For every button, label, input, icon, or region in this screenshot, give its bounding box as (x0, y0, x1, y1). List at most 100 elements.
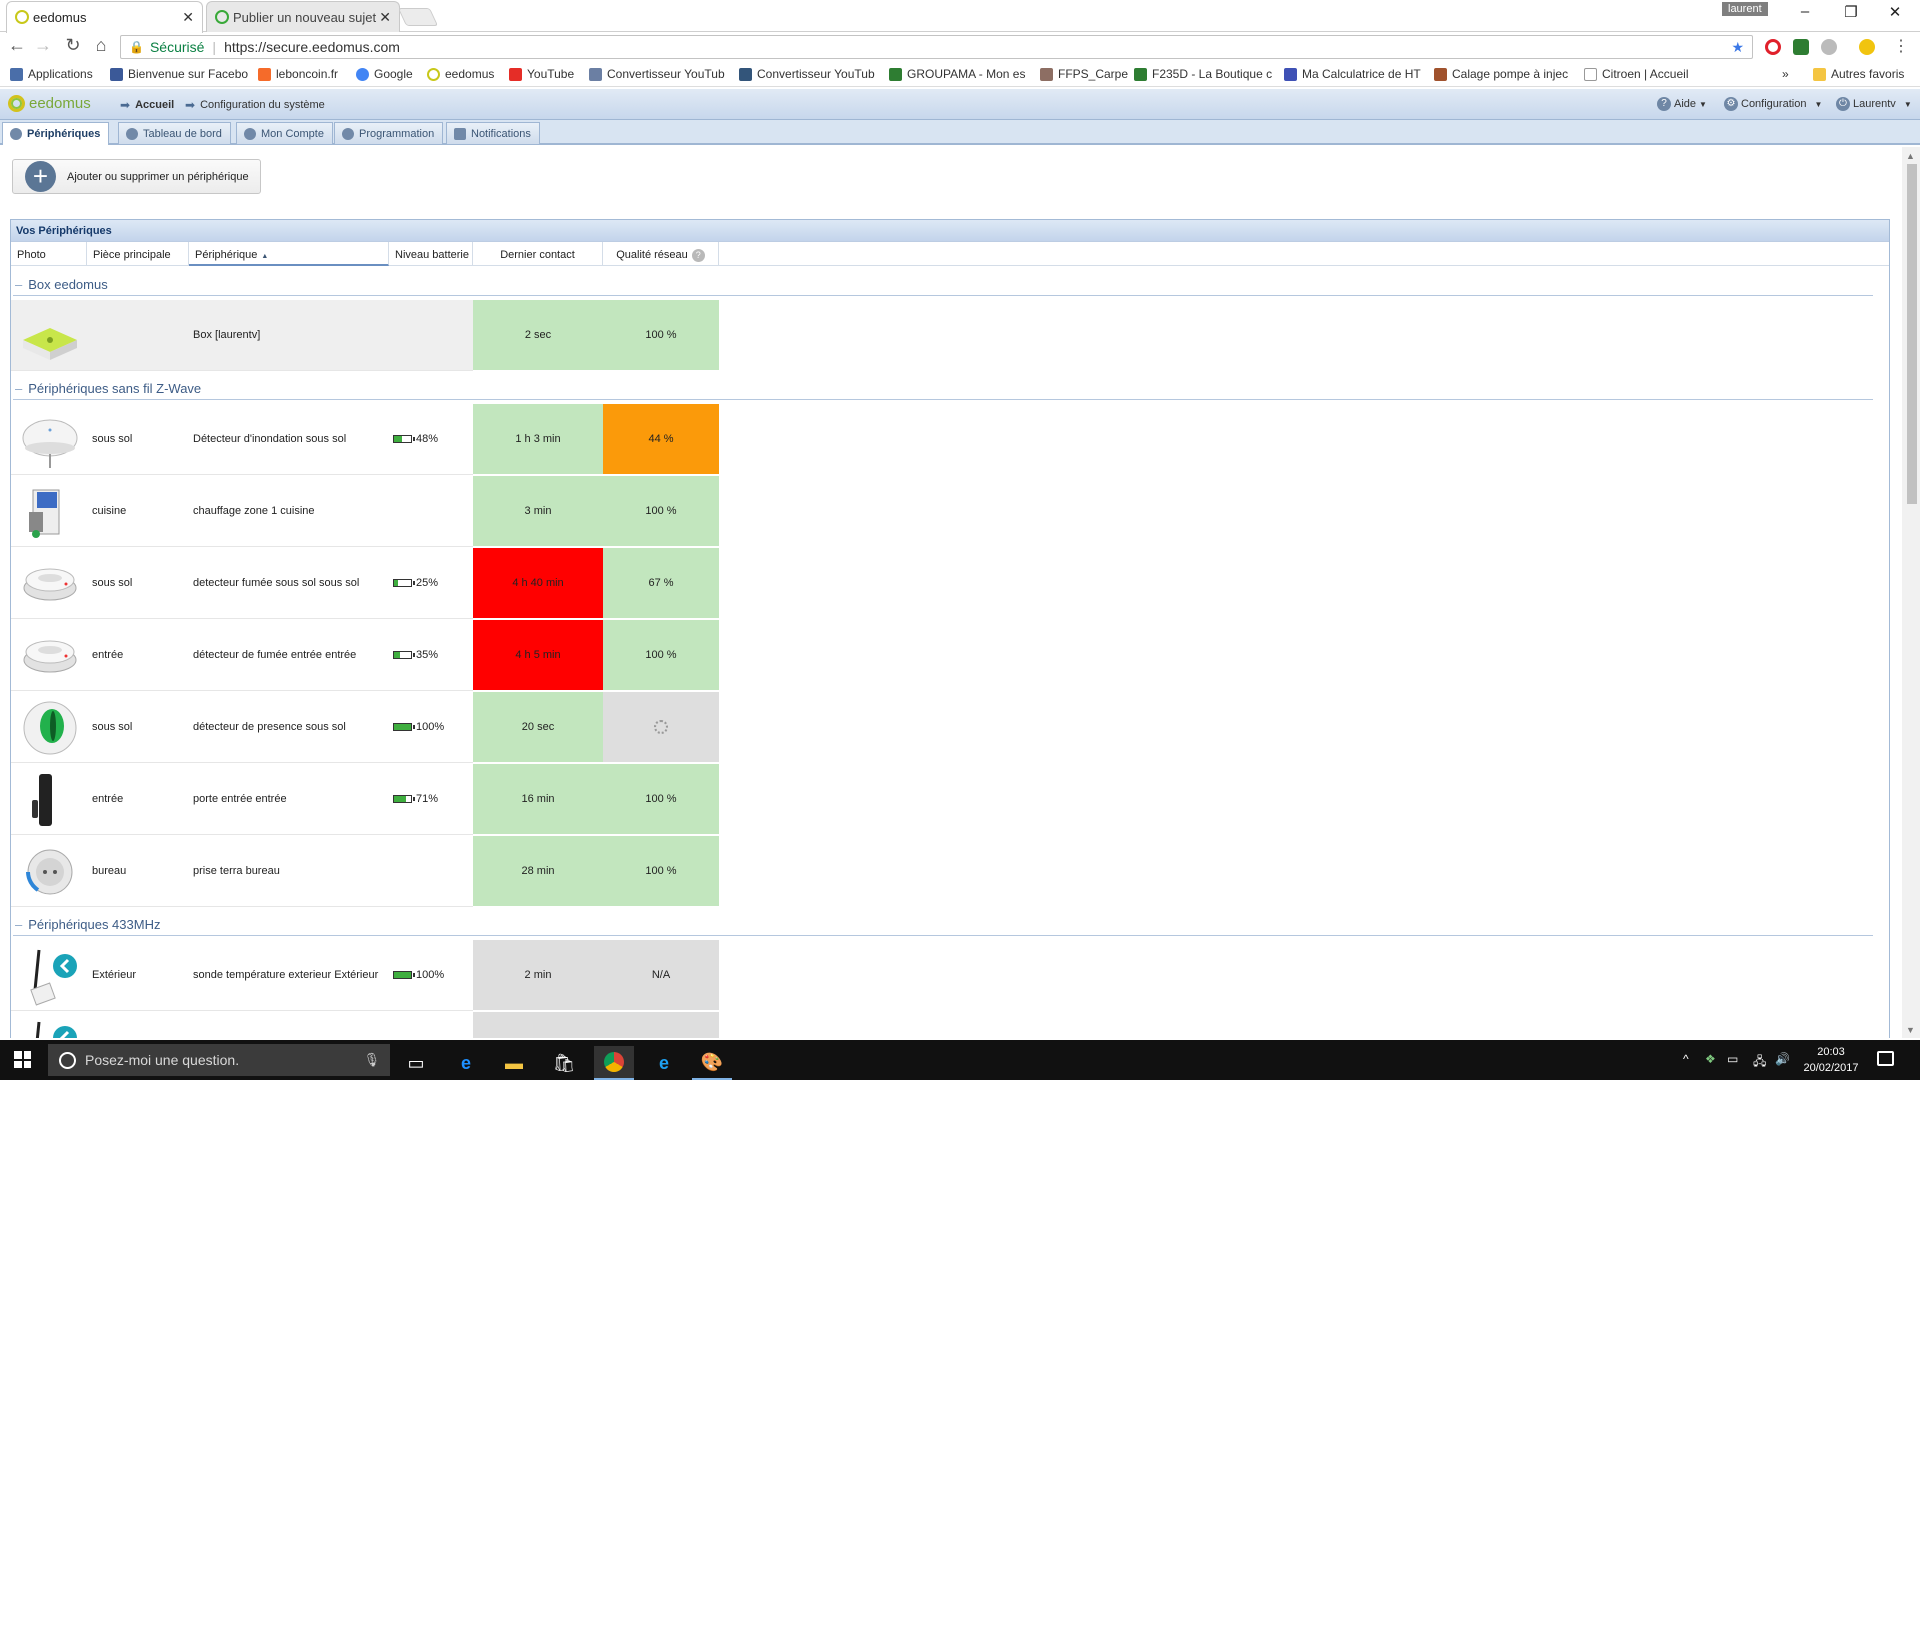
minimize-button[interactable]: – (1790, 3, 1820, 20)
store-icon[interactable]: 🛍 (544, 1046, 584, 1080)
device-name[interactable]: prise terra bureau (193, 865, 280, 877)
table-row[interactable]: entrée porte entrée entrée 71% 16 min 100 % (11, 764, 1891, 836)
address-bar[interactable]: 🔒 Sécurisé | https://secure.eedomus.com … (120, 35, 1753, 59)
col-batterie[interactable]: Niveau batterie (389, 242, 473, 266)
paint-app-icon[interactable]: 🎨 (692, 1046, 732, 1080)
table-row[interactable]: entrée détecteur de fumée entrée entrée 35… (11, 620, 1891, 692)
page-scrollbar[interactable]: ▲ ▼ (1902, 147, 1920, 1038)
search-extension-icon[interactable] (1859, 39, 1875, 55)
bookmark-citroen[interactable]: Citroen | Accueil (1584, 67, 1689, 81)
help-menu[interactable]: ? Aide ▼ (1657, 97, 1707, 111)
col-peripherique[interactable]: Périphérique ▲ (189, 242, 389, 266)
add-device-button[interactable]: + Ajouter ou supprimer un périphérique (12, 159, 261, 194)
bookmark-calage[interactable]: Calage pompe à injec (1434, 67, 1568, 81)
forward-button[interactable]: → (32, 35, 54, 56)
task-view-icon[interactable]: ▭ (396, 1046, 436, 1080)
device-name[interactable]: détecteur de fumée entrée entrée (193, 649, 356, 661)
user-menu[interactable]: ⏻ Laurentv ▼ (1836, 97, 1912, 111)
home-button[interactable]: ⌂ (90, 35, 112, 56)
group-header[interactable]: – Périphériques 433MHz (13, 916, 1873, 936)
config-menu[interactable]: ⚙ Configuration ▼ (1724, 97, 1822, 111)
bookmark-boutique[interactable]: F235D - La Boutique c (1134, 67, 1272, 81)
group-header[interactable]: – Box eedomus (13, 276, 1873, 296)
microphone-icon[interactable]: 🎙 (363, 1052, 380, 1068)
new-tab-button[interactable] (397, 8, 439, 26)
device-name[interactable]: sonde température exterieur Extérieur (193, 969, 378, 981)
group-header[interactable]: – Périphériques sans fil Z-Wave (13, 380, 1873, 400)
collapse-dash-icon[interactable]: – (15, 277, 22, 292)
bookmark-star-icon[interactable]: ★ (1731, 39, 1744, 56)
network-tray-icon[interactable]: 🖧 (1753, 1052, 1766, 1073)
table-row[interactable]: sous sol detecteur fumée sous sol sous so… (11, 548, 1891, 620)
close-tab-icon[interactable]: ✕ (182, 9, 194, 26)
menu-kebab-icon[interactable]: ⋮ (1890, 36, 1912, 56)
bookmark-converter-1[interactable]: Convertisseur YouTub (589, 67, 725, 81)
chrome-taskbar-icon[interactable] (594, 1046, 634, 1080)
bookmark-calculatrice[interactable]: Ma Calculatrice de HT (1284, 67, 1421, 81)
bookmark-applications[interactable]: Applications (10, 67, 93, 81)
bookmark-leboncoin[interactable]: leboncoin.fr (258, 67, 338, 81)
action-center-icon[interactable] (1877, 1051, 1894, 1066)
internet-explorer-icon[interactable]: e (644, 1046, 684, 1080)
device-name[interactable]: Détecteur d'inondation sous sol (193, 433, 346, 445)
bookmark-eedomus[interactable]: eedomus (427, 67, 494, 81)
table-row[interactable] (11, 1012, 1891, 1038)
table-row[interactable]: Extérieur sonde température exterieur Ext… (11, 940, 1891, 1012)
tray-chevron-icon[interactable]: ^ (1683, 1052, 1689, 1066)
edge-browser-icon[interactable]: e (446, 1046, 486, 1080)
tab-notifications[interactable]: Notifications (446, 122, 540, 144)
device-name[interactable]: porte entrée entrée (193, 793, 287, 805)
table-row[interactable]: bureau prise terra bureau 28 min 100 % (11, 836, 1891, 908)
tab-peripheriques[interactable]: Périphériques (2, 122, 110, 145)
help-icon[interactable]: ? (691, 249, 705, 262)
bookmark-google[interactable]: Google (356, 67, 413, 81)
col-piece[interactable]: Pièce principale (87, 242, 189, 266)
tab-tableau-de-bord[interactable]: Tableau de bord (118, 122, 231, 144)
browser-tab-publier[interactable]: Publier un nouveau sujet ✕ (206, 1, 400, 32)
volume-icon[interactable]: 🔊 (1775, 1052, 1790, 1066)
more-bookmarks-button[interactable]: » (1782, 67, 1789, 81)
restore-button[interactable]: ❐ (1836, 3, 1866, 21)
bookmark-youtube[interactable]: YouTube (509, 67, 574, 81)
breadcrumb-config[interactable]: ➡ Configuration du système (185, 98, 325, 112)
opera-extension-icon[interactable] (1765, 39, 1781, 55)
taskbar-clock[interactable]: 20:03 20/02/2017 (1796, 1044, 1866, 1076)
bookmark-ffps[interactable]: FFPS_Carpe (1040, 67, 1128, 81)
table-row[interactable]: Box [laurentv] 2 sec 100 % (11, 300, 1891, 372)
tab-programmation[interactable]: Programmation (334, 122, 444, 144)
cortana-search-box[interactable]: Posez-moi une question. 🎙 (48, 1044, 390, 1076)
checklist-extension-icon[interactable] (1793, 39, 1809, 55)
reload-button[interactable]: ↻ (62, 35, 84, 56)
scroll-up-arrow-icon[interactable]: ▲ (1906, 151, 1915, 161)
device-name[interactable]: détecteur de presence sous sol (193, 721, 346, 733)
browser-tab-eedomus[interactable]: eedomus ✕ (6, 1, 203, 33)
collapse-dash-icon[interactable]: – (15, 381, 22, 396)
scroll-down-arrow-icon[interactable]: ▼ (1906, 1025, 1915, 1035)
collapse-dash-icon[interactable]: – (15, 917, 22, 932)
device-name[interactable]: detecteur fumée sous sol sous sol (193, 577, 359, 589)
close-tab-icon[interactable]: ✕ (379, 9, 391, 26)
file-explorer-icon[interactable]: ▬ (494, 1046, 534, 1080)
device-name[interactable]: chauffage zone 1 cuisine (193, 505, 315, 517)
bookmark-groupama[interactable]: GROUPAMA - Mon es (889, 67, 1025, 81)
col-contact[interactable]: Dernier contact (473, 242, 603, 266)
privacy-extension-icon[interactable] (1821, 39, 1837, 55)
battery-tray-icon[interactable]: ▭ (1727, 1052, 1738, 1066)
close-window-button[interactable]: ✕ (1880, 3, 1910, 21)
table-row[interactable]: cuisine chauffage zone 1 cuisine 3 min 100 … (11, 476, 1891, 548)
tab-mon-compte[interactable]: Mon Compte (236, 122, 333, 144)
other-bookmarks-folder[interactable]: Autres favoris (1813, 67, 1904, 81)
device-name[interactable]: Box [laurentv] (193, 329, 260, 341)
windows-start-icon[interactable] (14, 1051, 31, 1068)
col-reseau[interactable]: Qualité réseau? (603, 242, 719, 266)
bookmark-facebook[interactable]: Bienvenue sur Facebo (110, 67, 248, 81)
breadcrumb-home[interactable]: ➡ Accueil (120, 98, 174, 112)
col-photo[interactable]: Photo (11, 242, 87, 266)
eedomus-logo[interactable]: eedomus (8, 95, 91, 112)
back-button[interactable]: ← (6, 35, 28, 56)
scrollbar-thumb[interactable] (1907, 164, 1917, 504)
table-row[interactable]: sous sol détecteur de presence sous sol 10… (11, 692, 1891, 764)
table-row[interactable]: sous sol Détecteur d'inondation sous sol 4… (11, 404, 1891, 476)
dropbox-icon[interactable]: ❖ (1705, 1052, 1716, 1066)
bookmark-converter-2[interactable]: Convertisseur YouTub (739, 67, 875, 81)
